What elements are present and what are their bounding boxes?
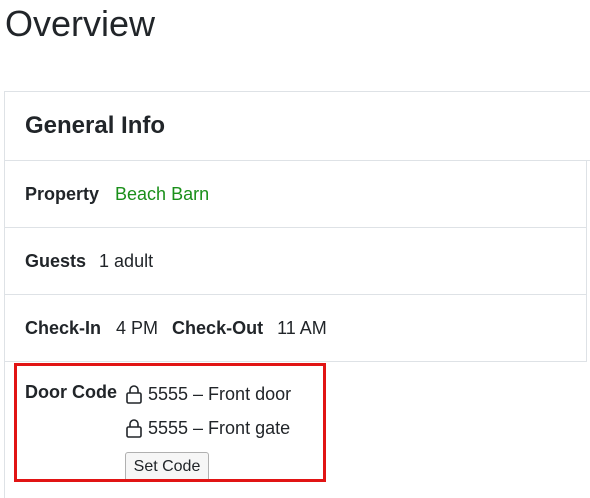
check-in-label: Check-In	[25, 317, 102, 338]
general-info-card: General Info Property Beach Barn Guests …	[4, 91, 590, 498]
door-code-list: 5555 – Front door 5555 – Front gate Set …	[125, 382, 291, 482]
door-code-item: 5555 – Front door	[125, 382, 291, 406]
set-code-button[interactable]: Set Code	[125, 452, 209, 482]
door-code-row: Door Code 5555 – Front door 5555 – Front…	[5, 362, 590, 482]
check-in-value: 4 PM	[116, 317, 159, 338]
check-out-value: 11 AM	[277, 317, 327, 338]
door-code-item: 5555 – Front gate	[125, 416, 291, 440]
guests-row: Guests 1 adult	[5, 228, 587, 295]
check-times-row: Check-In 4 PM Check-Out 11 AM	[5, 295, 587, 362]
door-code-label: Door Code	[25, 382, 117, 402]
property-link[interactable]: Beach Barn	[115, 184, 209, 205]
guests-value: 1 adult	[99, 250, 154, 271]
card-title: General Info	[25, 112, 166, 139]
overview-page: Overview General Info Property Beach Bar…	[0, 0, 590, 498]
check-out-label: Check-Out	[172, 317, 264, 338]
page-title: Overview	[5, 3, 156, 44]
door-code-text: 5555 – Front gate	[148, 417, 291, 438]
card-header: General Info	[5, 92, 590, 161]
lock-icon	[126, 419, 142, 438]
property-label: Property	[25, 183, 100, 204]
guests-label: Guests	[25, 250, 87, 271]
lock-icon	[126, 385, 142, 404]
property-row: Property Beach Barn	[5, 161, 587, 228]
door-code-text: 5555 – Front door	[148, 383, 292, 404]
